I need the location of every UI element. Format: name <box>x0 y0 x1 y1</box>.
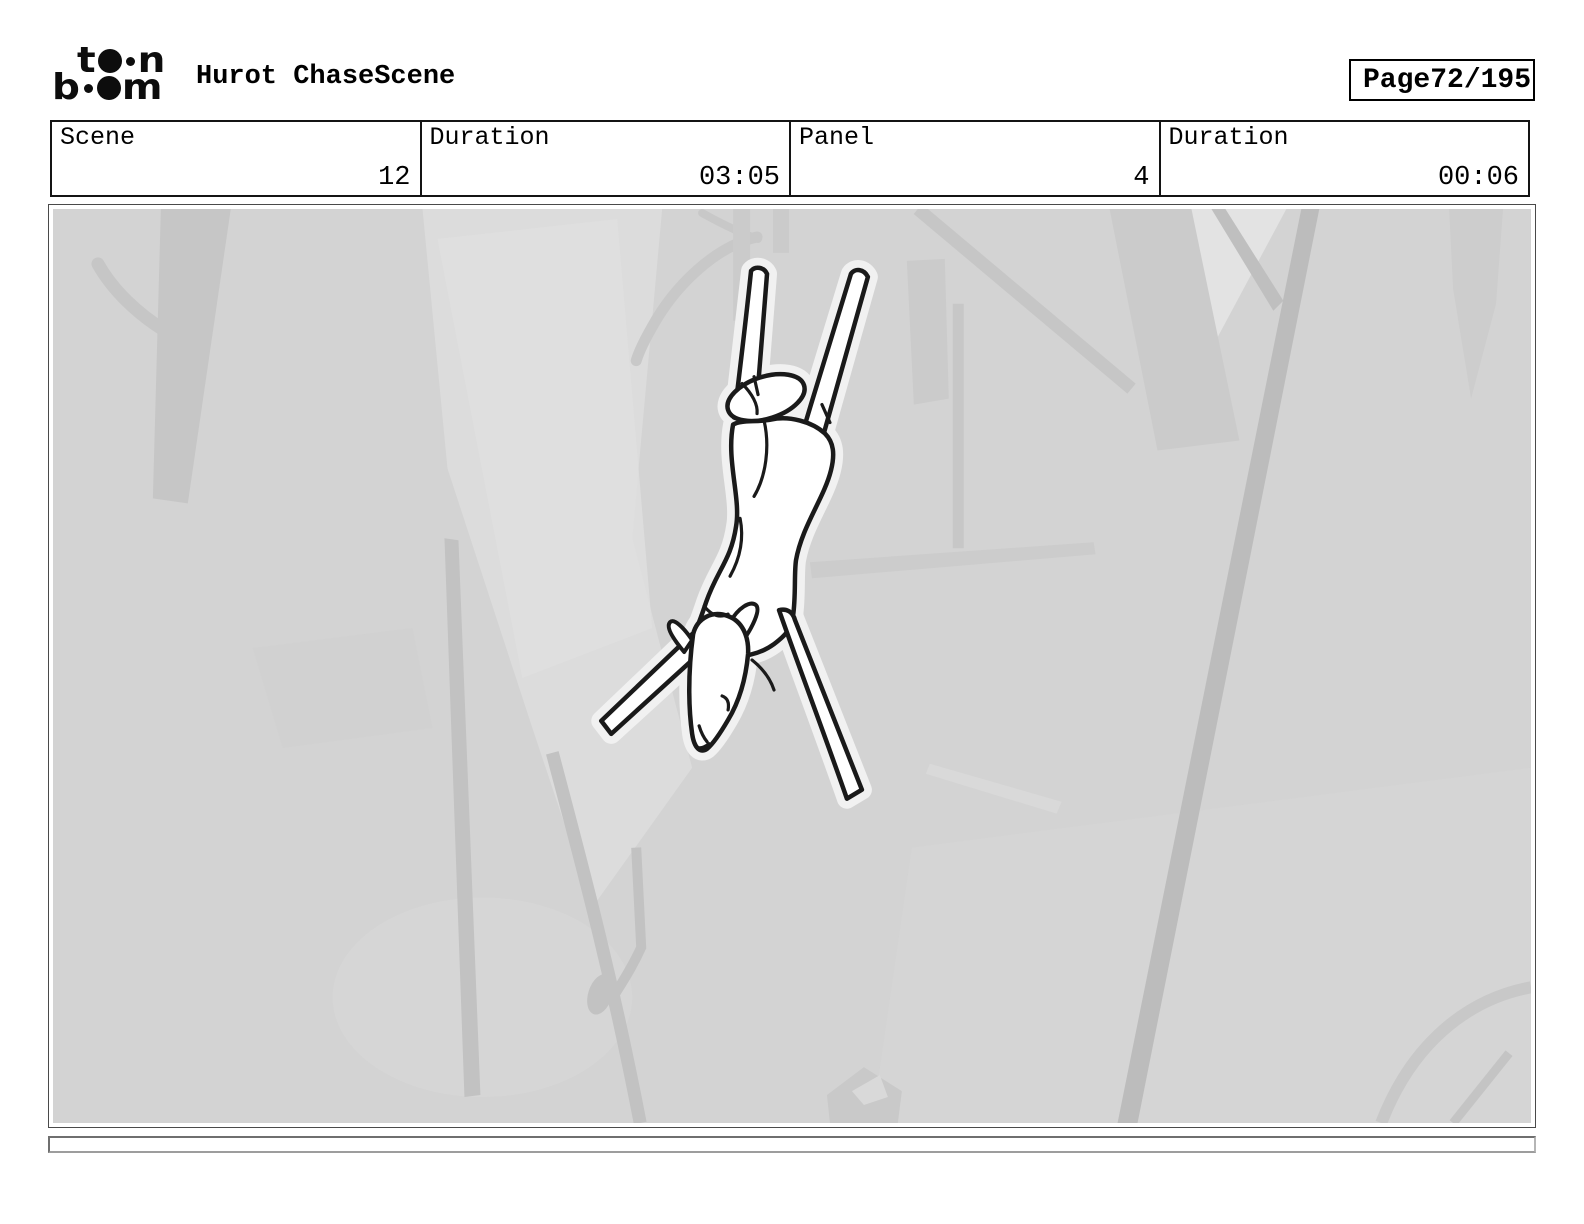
panel-duration-value: 00:06 <box>1437 163 1519 193</box>
panel-number-label: Panel <box>799 123 875 152</box>
logo-big-dot-icon <box>97 49 122 73</box>
panel-duration-cell: Duration 00:06 <box>1161 122 1529 195</box>
logo-big-dot-icon <box>96 76 121 100</box>
logo-letter-b: b <box>52 66 81 109</box>
panel-artwork <box>53 209 1531 1123</box>
logo-letter-m: m <box>121 66 164 109</box>
logo-small-dot-icon <box>125 56 135 66</box>
scene-label: Scene <box>60 123 136 152</box>
panel-number-cell: Panel 4 <box>791 122 1161 195</box>
storyboard-panel-frame <box>48 204 1536 1128</box>
caption-bar <box>48 1136 1536 1153</box>
scene-duration-value: 03:05 <box>698 163 780 193</box>
panel-info-row: Scene 12 Duration 03:05 Panel 4 Duration… <box>50 120 1530 197</box>
panel-duration-label: Duration <box>1168 123 1289 152</box>
storyboard-page: t n b m Hurot ChaseScene Page 72/195 Sce… <box>0 0 1584 1224</box>
toonboom-logo-row-bottom: b m <box>52 66 202 109</box>
scene-duration-cell: Duration 03:05 <box>422 122 791 195</box>
panel-number-value: 4 <box>1133 163 1150 193</box>
scene-value: 12 <box>378 163 411 193</box>
toonboom-logo: t n b m <box>52 43 202 109</box>
project-title: Hurot ChaseScene <box>196 62 456 92</box>
logo-small-dot-icon <box>83 83 93 93</box>
scene-duration-label: Duration <box>429 123 550 152</box>
page-label: Page <box>1363 64 1431 96</box>
page-value: 72/195 <box>1430 64 1532 96</box>
scene-cell: Scene 12 <box>52 122 422 195</box>
page-number-box: Page 72/195 <box>1349 59 1535 101</box>
